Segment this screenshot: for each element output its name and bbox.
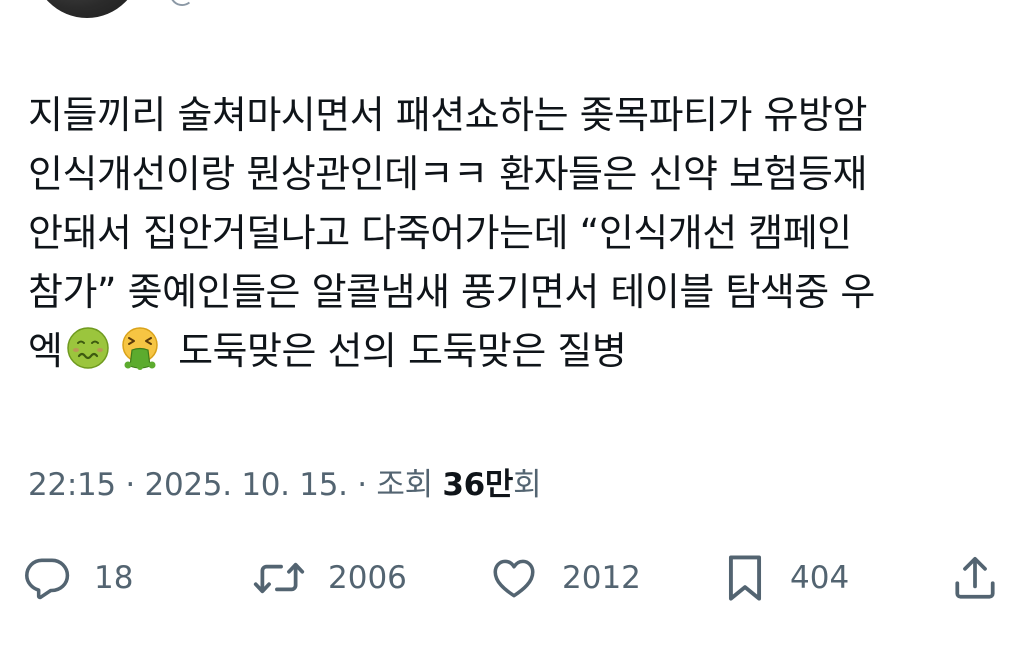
bookmark-button[interactable]: 404 [722,548,849,608]
avatar[interactable] [33,0,141,18]
reply-icon [22,553,72,603]
tweet-text-line: 참가” 좆예인들은 알콜냄새 풍기면서 테이블 탐색중 우 [28,270,875,314]
reply-button[interactable]: 18 [22,548,133,608]
timestamp-date[interactable]: 2025. 10. 15. [145,467,348,503]
retweet-icon [252,553,306,603]
face-vomiting-icon [122,327,159,370]
retweet-count: 2006 [328,560,407,596]
retweet-button[interactable]: 2006 [252,548,407,608]
meta-separator: · [347,467,377,503]
views-count[interactable]: 36만 [442,467,513,503]
tweet-text-line: 지들끼리 술쳐마시면서 패션쇼하는 좆목파티가 유방암 [28,93,867,137]
like-icon [488,553,540,603]
like-count: 2012 [562,560,641,596]
author-name-fragment[interactable]: @ [168,0,196,6]
like-button[interactable]: 2012 [488,548,641,608]
tweet-meta: 22:15 · 2025. 10. 15. · 조회 36만회 [28,465,542,505]
bookmark-count: 404 [790,560,850,596]
views-label: 조회 [376,467,433,503]
share-button[interactable] [950,548,1000,608]
tweet-text: 지들끼리 술쳐마시면서 패션쇼하는 좆목파티가 유방암 인식개선이랑 뭔상관인데… [28,86,1003,381]
tweet-text-fragment: 도둑맞은 선의 도둑맞은 질병 [178,329,627,373]
tweet-text-line-last: 엑 도둑맞은 선의 도둑맞은 질병 [28,322,1003,381]
tweet-text-line: 인식개선이랑 뭔상관인데ㅋㅋ 환자들은 신약 보험등재 [28,152,867,196]
tweet-text-fragment: 엑 [28,329,63,373]
views-suffix: 회 [513,467,542,503]
reply-count: 18 [94,560,134,596]
share-icon [950,553,1000,603]
meta-separator: · [115,467,145,503]
tweet-text-line: 안돼서 집안거덜나고 다죽어가는데 “인식개선 캠페인 [28,211,852,255]
nauseated-face-icon [67,327,110,369]
timestamp-time[interactable]: 22:15 [28,467,116,503]
action-bar: 18 2006 2012 404 [0,548,1024,608]
bookmark-icon [722,552,768,604]
